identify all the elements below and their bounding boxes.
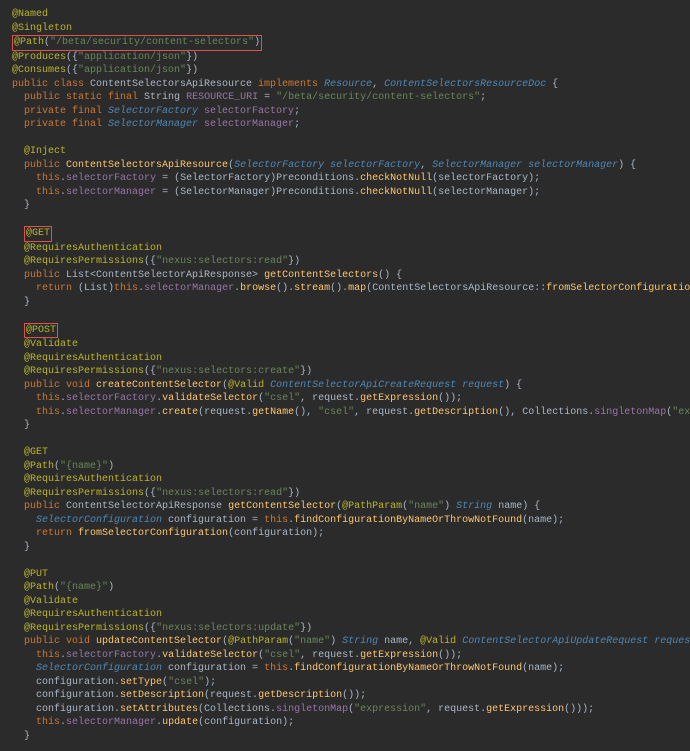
- annotation-named: @Named: [12, 9, 48, 20]
- highlight-path: @Path("/beta/security/content-selectors"…: [12, 35, 262, 51]
- highlight-get: @GET: [24, 226, 52, 242]
- annotation-singleton: @Singleton: [12, 23, 72, 34]
- annotation-inject: @Inject: [24, 146, 66, 157]
- class-decl: public class: [12, 79, 90, 90]
- code-block: @Named @Singleton @Path("/beta/security/…: [12, 8, 678, 743]
- highlight-post: @POST: [24, 323, 58, 339]
- annotation-produces: @Produces: [12, 52, 66, 63]
- annotation-consumes: @Consumes: [12, 65, 66, 76]
